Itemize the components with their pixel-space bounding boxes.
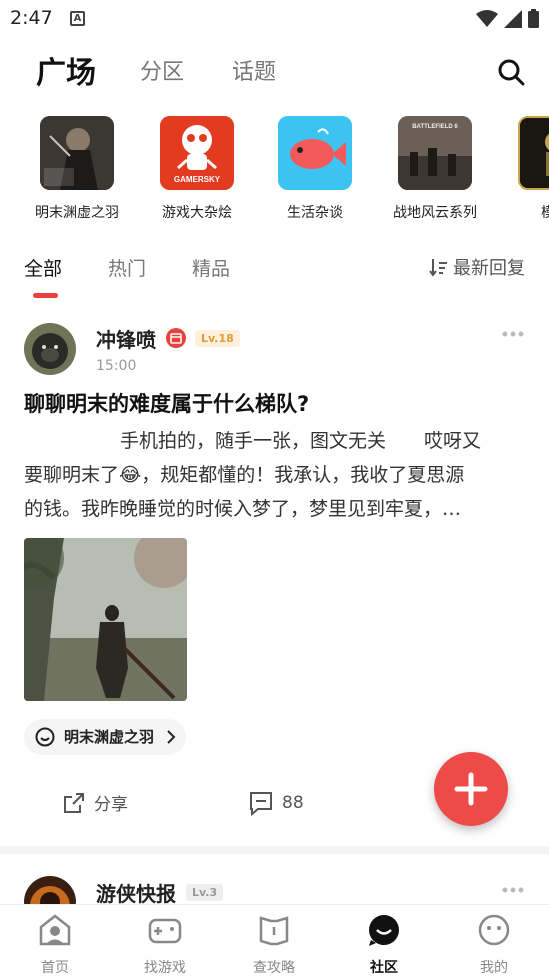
nav-label: 首页 — [41, 960, 69, 976]
status-time: 2:47 — [10, 7, 53, 29]
sort-icon — [429, 259, 447, 277]
post-image[interactable] — [24, 538, 187, 701]
battlefield-logo-text: BATTLEFIELD 6 — [412, 124, 458, 130]
model-toy-icon — [518, 116, 549, 190]
nav-label: 我的 — [480, 960, 508, 976]
zone-item-life[interactable]: 生活杂谈 — [260, 116, 370, 222]
battlefield-icon: BATTLEFIELD 6 — [398, 116, 472, 190]
comment-count: 88 — [282, 793, 304, 813]
wifi-icon — [476, 9, 498, 27]
share-button[interactable]: 分享 — [62, 790, 128, 815]
nav-guides[interactable]: 查攻略 — [234, 913, 314, 976]
gamepad-icon — [148, 918, 182, 944]
tab-topics[interactable]: 话题 — [232, 54, 276, 86]
plus-icon — [454, 772, 488, 806]
system-icons — [476, 9, 539, 28]
zone-item-gamersky[interactable]: GAMERSKY 游戏大杂烩 — [142, 116, 252, 222]
zone-list: 明末渊虚之羽 GAMERSKY 游戏大杂烩 生活杂谈 BATTLEFIELD 6… — [0, 116, 549, 226]
active-tab-indicator — [33, 293, 58, 298]
nav-label: 社区 — [370, 960, 398, 976]
gamersky-logo-text: GAMERSKY — [174, 175, 221, 184]
post-title[interactable]: 聊聊明末的难度属于什么梯队? — [24, 388, 309, 418]
author-name[interactable]: 游侠快报 — [96, 878, 176, 907]
battery-icon — [528, 9, 539, 28]
create-post-button[interactable] — [434, 752, 508, 826]
zone-label: 生活杂谈 — [287, 205, 343, 221]
notification-icon: A — [70, 11, 85, 26]
more-icon[interactable] — [501, 330, 525, 338]
more-icon[interactable] — [501, 886, 525, 894]
filter-tab-all[interactable]: 全部 — [24, 254, 62, 281]
fish-icon — [278, 116, 352, 190]
post-excerpt[interactable]: 手机拍的，随手一张，图文无关 哎呀又 要聊明末了😂，规矩都懂的！我承认，我收了夏… — [24, 424, 524, 526]
nav-profile[interactable]: 我的 — [454, 913, 534, 976]
nav-label: 查攻略 — [253, 960, 295, 976]
sort-button[interactable]: 最新回复 — [429, 254, 525, 280]
zone-item-toys[interactable]: 模玩 — [500, 116, 549, 222]
comment-icon — [250, 792, 272, 816]
bottom-nav: 首页 找游戏 查攻略 社区 我的 — [0, 904, 549, 976]
share-icon — [64, 792, 84, 813]
tab-zones[interactable]: 分区 — [140, 54, 184, 86]
zone-tag-chip[interactable]: 明末渊虚之羽 — [24, 719, 187, 755]
level-badge: Lv.18 — [195, 330, 240, 347]
calendar-badge-icon — [166, 328, 186, 348]
community-icon — [369, 915, 399, 946]
sort-label: 最新回复 — [453, 258, 525, 279]
search-icon[interactable] — [497, 58, 525, 86]
zone-label: 模玩 — [541, 205, 549, 221]
nav-find-games[interactable]: 找游戏 — [125, 913, 205, 976]
tag-label: 明末渊虚之羽 — [64, 728, 155, 746]
status-bar: 2:47 A — [0, 0, 549, 38]
profile-icon — [478, 914, 510, 946]
zone-item-battlefield[interactable]: BATTLEFIELD 6 战地风云系列 — [380, 116, 490, 222]
filter-bar: 全部 热门 精品 最新回复 — [0, 248, 549, 300]
post-excerpt-line: 要聊明末了😂，规矩都懂的！我承认，我收了夏思源 — [24, 464, 465, 486]
post-divider — [0, 846, 549, 854]
guide-book-icon — [259, 916, 289, 946]
zone-label: 战地风云系列 — [393, 205, 477, 221]
level-badge: Lv.3 — [186, 884, 224, 901]
nav-home[interactable]: 首页 — [15, 913, 95, 976]
share-label: 分享 — [94, 795, 128, 815]
zone-item-wuchang[interactable]: 明末渊虚之羽 — [22, 116, 132, 222]
filter-tab-hot[interactable]: 热门 — [108, 254, 146, 281]
filter-tab-featured[interactable]: 精品 — [192, 254, 230, 281]
tab-square[interactable]: 广场 — [36, 48, 96, 92]
zone-label: 游戏大杂烩 — [162, 205, 232, 221]
zone-label: 明末渊虚之羽 — [35, 205, 119, 221]
home-icon — [39, 914, 71, 946]
signal-icon — [504, 9, 522, 28]
wuchang-game-icon — [40, 116, 114, 190]
chevron-right-icon — [167, 730, 176, 744]
post-excerpt-line: 的钱。我昨晚睡觉的时候入梦了，梦里见到牢夏，… — [24, 498, 462, 520]
avatar[interactable] — [24, 323, 76, 375]
post-time: 15:00 — [96, 358, 137, 374]
author-name[interactable]: 冲锋喷 — [96, 324, 156, 353]
gamersky-robot-icon: GAMERSKY — [160, 116, 234, 190]
chat-bubble-icon — [35, 727, 55, 747]
nav-label: 找游戏 — [144, 960, 186, 976]
nav-community[interactable]: 社区 — [344, 913, 424, 976]
post-excerpt-line: 手机拍的，随手一张，图文无关 哎呀又 — [120, 430, 482, 452]
top-nav: 广场 分区 话题 — [0, 40, 549, 100]
comment-button[interactable]: 88 — [248, 790, 304, 816]
